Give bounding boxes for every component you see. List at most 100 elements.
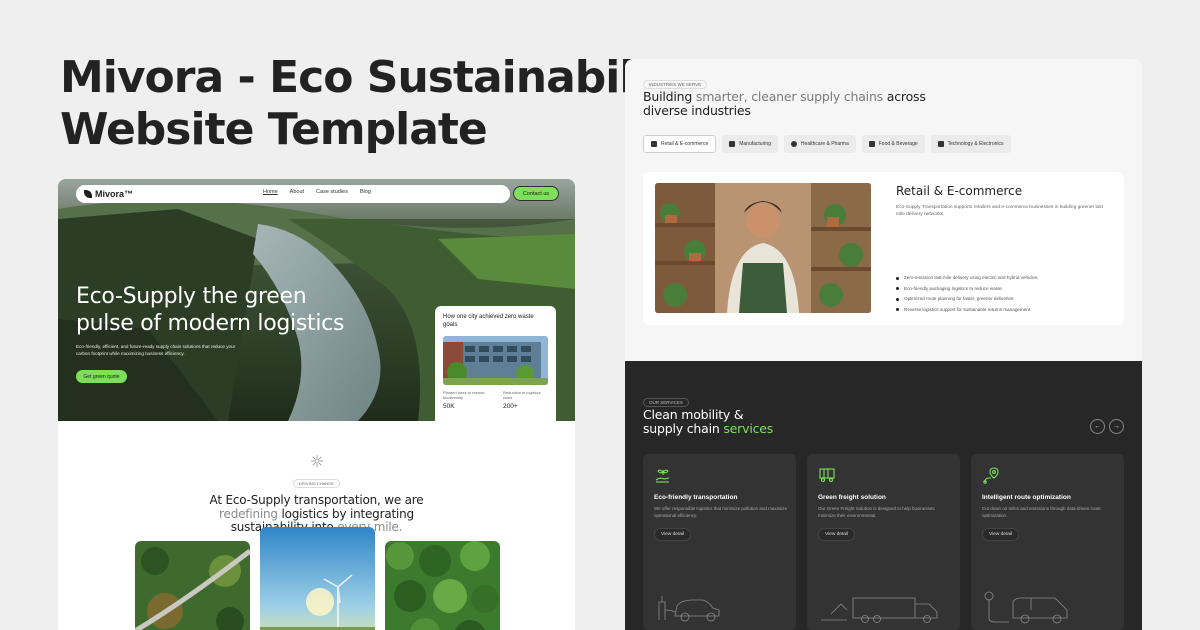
hero-section: Mivora™ Home About Case studies Blog Con… [58,179,575,421]
service-description: We offer responsible logistics that mini… [654,506,788,518]
mission-line2: redefining logistics by integrating [58,506,575,522]
logo[interactable]: Mivora™ [84,189,133,199]
mission-section: DRIVING CHANGE At Eco-Supply transportat… [58,454,575,535]
sun-icon [310,455,323,467]
hero-subtitle: Eco-friendly, efficient, and future-read… [76,344,236,356]
tab-healthcare[interactable]: Healthcare & Pharma [783,135,856,153]
photo-gallery [135,527,500,630]
industry-bullet-list: Zero-emission last-mile delivery using e… [896,273,1039,315]
industries-preview: INDUSTRIES WE SERVE Building smarter, cl… [625,59,1142,630]
tree-canopy-image [385,541,500,630]
pill-icon [790,141,797,147]
bullet-item: Eco-friendly packaging logistics to redu… [896,284,1039,295]
tab-food[interactable]: Food & Beverage [861,135,925,153]
arrow-left-icon[interactable]: ← [1090,419,1105,434]
services-heading-line1: Clean mobility & [643,407,744,422]
nav-link-about[interactable]: About [290,189,304,195]
banner-title-line1: Mivora - Eco Sustainability [60,52,696,103]
chip-icon [937,141,944,147]
service-description: Cut down on miles and emissions through … [982,506,1101,518]
view-detail-button[interactable]: View detail [982,528,1020,541]
stat-trees-label: Planted trees to restore biodiversity [443,390,485,400]
industry-card-description: Eco-Supply Transportation supports retai… [896,205,1103,217]
stat-trees: Planted trees to restore biodiversity 50… [443,390,488,410]
services-heading: Clean mobility & supply chain services [643,408,773,436]
contact-us-button[interactable]: Contact us [513,186,559,201]
view-detail-button[interactable]: View detail [818,528,856,541]
service-card-green-freight[interactable]: Green freight solution Our Green Freight… [807,454,960,630]
nav-links: Home About Case studies Blog [263,189,371,195]
bullet-item: Optimized route planning for faster, gre… [896,294,1039,305]
homepage-preview: Mivora™ Home About Case studies Blog Con… [58,179,575,630]
wind-turbine-image [260,527,375,630]
driving-change-tag: DRIVING CHANGE [293,479,340,488]
forest-road-image [135,541,250,630]
service-cards: Eco-friendly transportation We offer res… [643,454,1124,630]
get-green-quote-button[interactable]: Get green quote [76,370,127,383]
tab-manufacturing-label: Manufacturing [739,141,771,147]
mission-line2-rest: logistics by integrating [277,506,414,521]
service-title: Eco-friendly transportation [654,494,738,501]
service-card-route-optimization[interactable]: Intelligent route optimization Cut down … [971,454,1124,630]
ev-car-icon [658,596,720,622]
case-study-title: How one city achieved zero waste goals [443,314,534,328]
tab-food-label: Food & Beverage [878,141,918,147]
top-nav: Mivora™ Home About Case studies Blog [76,185,510,203]
service-title: Intelligent route optimization [982,494,1071,501]
leaf-logo-icon [84,190,92,198]
food-icon [868,141,875,147]
map-pin-route-icon [983,467,999,484]
industry-detail-card: Retail & E-commerce Eco-Supply Transport… [643,172,1124,325]
industries-h-part3: across [883,89,926,104]
freight-truck-icon [821,597,938,623]
hero-title-line1: Eco-Supply the green [76,284,307,309]
service-description: Our Green Freight Solution is designed t… [818,506,935,518]
tab-technology[interactable]: Technology & Electronics [930,135,1011,153]
banner-title-line2: Website Template [60,104,488,155]
services-section: OUR SERVICES Clean mobility & supply cha… [625,361,1142,630]
stat-costs-value: 200+ [503,403,518,410]
plant-hand-icon [655,469,670,483]
mission-muted-1: redefining [219,506,278,521]
service-card-eco-transport[interactable]: Eco-friendly transportation We offer res… [643,454,796,630]
industries-h-part1: Building [643,89,696,104]
van-route-icon [984,591,1068,624]
tab-retail-label: Retail & E-commerce [661,141,709,147]
industries-tag: INDUSTRIES WE SERVE [643,80,708,89]
industries-heading-line1: Building smarter, cleaner supply chains … [643,90,926,104]
building-image [443,336,548,385]
services-heading-line2: supply chain services [643,422,773,436]
stat-trees-value: 50K [443,403,455,410]
logo-text: Mivora™ [95,189,134,199]
stat-costs-label: Reduction in logistics costs [503,390,541,400]
arrow-right-icon[interactable]: → [1109,419,1124,434]
shopkeeper-image [655,183,871,313]
industry-card-title: Retail & E-commerce [896,184,1023,198]
tab-retail[interactable]: Retail & E-commerce [643,135,717,153]
industries-heading: Building smarter, cleaner supply chains … [643,90,926,118]
banner-title: Mivora - Eco Sustainability Website Temp… [60,52,696,156]
services-h-line2: supply chain [643,421,724,436]
case-stats: Planted trees to restore biodiversity 50… [443,390,548,410]
service-title: Green freight solution [818,494,886,501]
industry-tabs: Retail & E-commerce Manufacturing Health… [643,135,1011,153]
services-tag: OUR SERVICES [643,398,689,407]
tab-technology-label: Technology & Electronics [947,141,1004,147]
store-icon [651,141,657,147]
nav-link-blog[interactable]: Blog [360,189,371,195]
stat-costs: Reduction in logistics costs 200+ [503,390,548,410]
tab-manufacturing[interactable]: Manufacturing [722,135,778,153]
industries-heading-line2: diverse industries [643,103,751,118]
carousel-arrows: ← → [1090,419,1124,434]
industries-h-part2: smarter, cleaner supply chains [695,89,883,104]
hero-title: Eco-Supply the green pulse of modern log… [76,283,344,337]
hero-title-line2: pulse of modern logistics [76,311,345,336]
view-detail-button[interactable]: View detail [654,528,692,541]
bullet-item: Reverse logistics support for sustainabl… [896,305,1039,316]
truck-icon [819,468,835,483]
factory-icon [729,141,736,147]
nav-link-case-studies[interactable]: Case studies [316,189,348,195]
case-study-card[interactable]: How one city achieved zero waste goals P… [435,306,556,421]
nav-link-home[interactable]: Home [263,189,278,195]
bullet-item: Zero-emission last-mile delivery using e… [896,273,1039,284]
